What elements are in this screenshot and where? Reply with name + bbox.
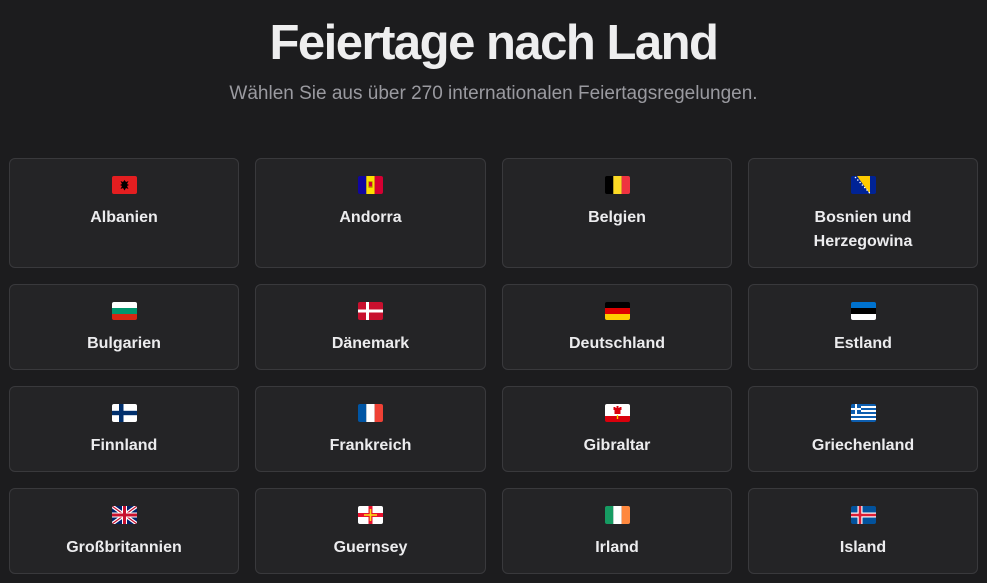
country-card-estland[interactable]: Estland [748, 284, 978, 370]
france-flag-icon [358, 404, 383, 422]
guernsey-flag-icon [358, 506, 383, 524]
bosnia-flag-icon [850, 176, 876, 194]
page: Feiertage nach Land Wählen Sie aus über … [0, 0, 987, 583]
country-name: Estland [834, 335, 892, 352]
country-card-griechenland[interactable]: Griechenland [748, 386, 978, 472]
country-card-belgien[interactable]: Belgien [502, 158, 732, 268]
country-card-irland[interactable]: Irland [502, 488, 732, 574]
country-name: Frankreich [329, 437, 412, 454]
country-card-finnland[interactable]: Finnland [9, 386, 239, 472]
page-title: Feiertage nach Land [269, 16, 719, 70]
country-name: Bosnien und Herzegowina [813, 209, 913, 250]
albania-flag-icon [111, 176, 137, 194]
denmark-flag-icon [358, 302, 383, 320]
country-card-grossbritannien[interactable]: Großbritannien [9, 488, 239, 574]
country-card-albanien[interactable]: Albanien [9, 158, 239, 268]
uk-flag-icon [111, 506, 137, 524]
country-card-guernsey[interactable]: Guernsey [255, 488, 486, 574]
country-card-bulgarien[interactable]: Bulgarien [9, 284, 239, 370]
country-name: Island [839, 539, 887, 556]
ireland-flag-icon [604, 506, 630, 524]
bulgaria-flag-icon [111, 302, 137, 320]
gibraltar-flag-icon [604, 404, 630, 422]
country-name: Dänemark [331, 335, 410, 352]
greece-flag-icon [850, 404, 876, 422]
country-name: Griechenland [811, 437, 915, 454]
country-name: Guernsey [333, 539, 408, 556]
country-card-bosnien[interactable]: Bosnien und Herzegowina [748, 158, 978, 268]
country-card-gibraltar[interactable]: Gibraltar [502, 386, 732, 472]
andorra-flag-icon [358, 176, 383, 194]
country-name: Albanien [90, 209, 158, 226]
country-card-daenemark[interactable]: Dänemark [255, 284, 486, 370]
country-name: Belgien [588, 209, 646, 226]
belgium-flag-icon [604, 176, 630, 194]
country-grid: Albanien Andorra Belgien Bosnien und Her… [9, 158, 979, 574]
country-name: Andorra [339, 209, 402, 226]
country-card-andorra[interactable]: Andorra [255, 158, 486, 268]
page-subtitle: Wählen Sie aus über 270 internationalen … [229, 83, 758, 104]
country-name: Irland [595, 539, 639, 556]
iceland-flag-icon [850, 506, 876, 524]
country-name: Finnland [90, 437, 158, 454]
country-card-island[interactable]: Island [748, 488, 978, 574]
finland-flag-icon [111, 404, 137, 422]
country-name: Bulgarien [87, 335, 161, 352]
estonia-flag-icon [850, 302, 876, 320]
country-card-deutschland[interactable]: Deutschland [502, 284, 732, 370]
country-name: Gibraltar [583, 437, 651, 454]
germany-flag-icon [604, 302, 630, 320]
country-card-frankreich[interactable]: Frankreich [255, 386, 486, 472]
country-name: Deutschland [568, 335, 665, 352]
country-name: Großbritannien [66, 539, 182, 556]
